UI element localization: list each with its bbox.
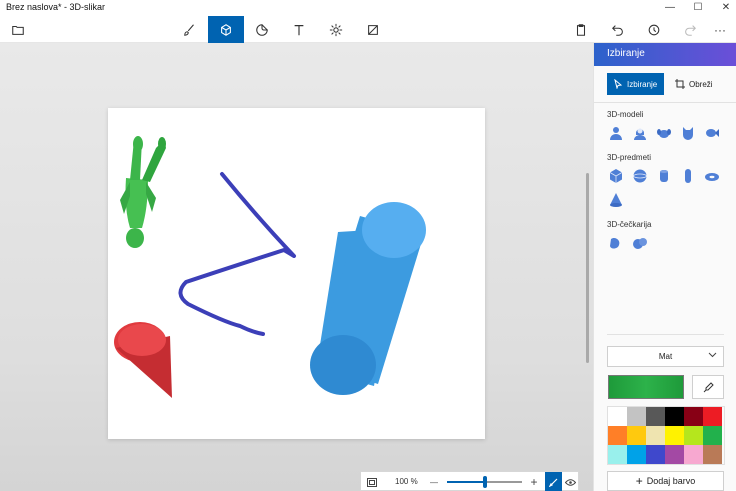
chevron-down-icon <box>708 351 717 360</box>
crop-mode-label: Obreži <box>689 79 713 89</box>
man-model-icon[interactable] <box>607 124 625 142</box>
sharp-doodle-icon[interactable] <box>607 234 625 252</box>
section-3d-models: 3D-modeli <box>607 110 644 119</box>
green-figure-model[interactable] <box>120 136 166 248</box>
color-swatch[interactable] <box>608 445 627 464</box>
color-swatch[interactable] <box>608 407 627 426</box>
capsule-object-icon[interactable] <box>679 167 697 185</box>
vertical-scrollbar[interactable] <box>586 173 589 363</box>
red-cone-model[interactable] <box>114 322 172 398</box>
woman-model-icon[interactable] <box>631 124 649 142</box>
zoom-value: 100 % <box>395 477 418 486</box>
workspace <box>0 43 593 491</box>
color-swatch[interactable] <box>627 445 646 464</box>
color-swatch[interactable] <box>608 426 627 445</box>
brush-icon[interactable] <box>172 16 208 43</box>
color-swatch[interactable] <box>703 407 722 426</box>
cylinder-object-icon[interactable] <box>655 167 673 185</box>
add-color-label: Dodaj barvo <box>646 476 696 486</box>
soft-doodle-icon[interactable] <box>631 234 649 252</box>
3d-objects-row-2 <box>607 191 625 209</box>
effects-icon[interactable] <box>318 16 354 43</box>
color-swatch[interactable] <box>684 426 703 445</box>
crop-icon <box>675 79 685 89</box>
select-mode-label: Izbiranje <box>627 79 658 89</box>
minimize-button[interactable]: — <box>656 0 684 16</box>
color-swatch[interactable] <box>627 426 646 445</box>
folder-icon[interactable] <box>0 16 36 43</box>
add-color-button[interactable]: + Dodaj barvo <box>607 471 724 491</box>
panel-title: Izbiranje <box>594 43 736 66</box>
cursor-icon <box>614 79 623 89</box>
cat-model-icon[interactable] <box>679 124 697 142</box>
color-swatch[interactable] <box>665 426 684 445</box>
main-toolbar: ··· <box>0 16 736 43</box>
color-palette <box>607 406 725 465</box>
plus-icon: + <box>635 474 643 488</box>
current-color-swatch[interactable] <box>608 375 684 399</box>
close-button[interactable]: ✕ <box>712 0 736 16</box>
color-swatch[interactable] <box>665 445 684 464</box>
section-3d-objects: 3D-predmeti <box>607 153 652 162</box>
color-swatch[interactable] <box>646 445 665 464</box>
material-value: Mat <box>658 352 673 361</box>
blue-cylinder-model[interactable] <box>310 202 426 395</box>
zoom-slider-thumb[interactable] <box>482 476 487 488</box>
material-dropdown[interactable]: Mat <box>607 346 724 367</box>
color-swatch[interactable] <box>646 426 665 445</box>
color-swatch[interactable] <box>684 445 703 464</box>
cube-object-icon[interactable] <box>607 167 625 185</box>
color-swatch[interactable] <box>703 445 722 464</box>
mode-row: Izbiranje Obreži <box>594 66 736 103</box>
eyedropper-icon[interactable] <box>692 375 724 399</box>
cube-icon[interactable] <box>208 16 244 43</box>
side-panel: Izbiranje Izbiranje Obreži 3D-modeli 3D-… <box>593 43 736 491</box>
torus-object-icon[interactable] <box>703 167 721 185</box>
canvas-icon[interactable] <box>355 16 391 43</box>
color-swatch[interactable] <box>627 407 646 426</box>
crop-mode-button[interactable]: Obreži <box>668 73 724 95</box>
maximize-button[interactable]: ☐ <box>684 0 712 16</box>
title-bar: Brez naslova* - 3D-slikar — ☐ ✕ <box>0 0 736 16</box>
dog-model-icon[interactable] <box>655 124 673 142</box>
blue-doodle-stroke[interactable] <box>178 172 296 336</box>
fish-model-icon[interactable] <box>703 124 721 142</box>
panel-divider <box>607 334 724 335</box>
pencil-icon[interactable] <box>545 472 562 491</box>
select-mode-button[interactable]: Izbiranje <box>607 73 664 95</box>
drawing-canvas[interactable] <box>108 108 485 439</box>
section-3d-doodles: 3D-čečkarija <box>607 220 652 229</box>
color-swatch[interactable] <box>665 407 684 426</box>
window-title: Brez naslova* - 3D-slikar <box>6 2 106 12</box>
3d-models-row <box>607 124 721 142</box>
zoom-in-button[interactable]: + <box>527 472 541 491</box>
text-icon[interactable] <box>281 16 317 43</box>
zoom-out-button[interactable]: — <box>427 472 441 491</box>
paste-icon[interactable] <box>563 16 599 43</box>
undo-icon[interactable] <box>600 16 636 43</box>
zoom-bar: 100 % — + <box>360 471 579 491</box>
fit-screen-icon[interactable] <box>365 472 379 491</box>
cone-object-icon[interactable] <box>607 191 625 209</box>
sticker-icon[interactable] <box>244 16 280 43</box>
3d-objects-row <box>607 167 721 185</box>
color-swatch[interactable] <box>684 407 703 426</box>
sphere-object-icon[interactable] <box>631 167 649 185</box>
history-icon[interactable] <box>636 16 672 43</box>
zoom-slider[interactable] <box>447 476 522 488</box>
view-eye-icon[interactable] <box>563 472 577 491</box>
more-icon[interactable]: ··· <box>702 16 736 43</box>
3d-doodles-row <box>607 234 649 252</box>
color-swatch[interactable] <box>646 407 665 426</box>
color-swatch[interactable] <box>703 426 722 445</box>
